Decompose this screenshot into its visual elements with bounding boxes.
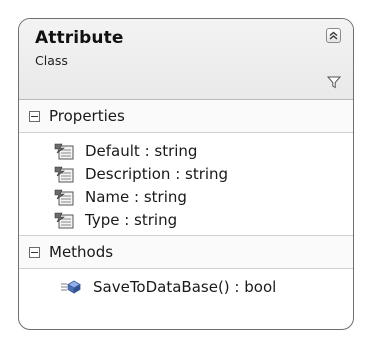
- property-item-description[interactable]: Description : string: [19, 162, 353, 185]
- properties-list: Default : string Description : string Na…: [19, 133, 353, 235]
- collapse-button[interactable]: [326, 28, 341, 43]
- methods-section-header[interactable]: Methods: [19, 235, 353, 269]
- property-icon: [54, 212, 74, 228]
- property-text: Name : string: [85, 187, 187, 206]
- property-item-type[interactable]: Type : string: [19, 208, 353, 231]
- properties-section-label: Properties: [49, 107, 125, 125]
- class-stereotype: Class: [35, 53, 68, 68]
- property-item-name[interactable]: Name : string: [19, 185, 353, 208]
- methods-list: SaveToDataBase() : bool: [19, 269, 353, 302]
- property-item-default[interactable]: Default : string: [19, 139, 353, 162]
- properties-section-header[interactable]: Properties: [19, 100, 353, 133]
- method-text: SaveToDataBase() : bool: [93, 277, 277, 296]
- property-icon: [54, 166, 74, 182]
- property-text: Type : string: [85, 210, 178, 229]
- class-name: Attribute: [35, 28, 124, 48]
- class-shape-attribute[interactable]: Attribute Class Properties Default : str: [18, 18, 354, 330]
- property-text: Description : string: [85, 164, 229, 183]
- property-icon: [54, 143, 74, 159]
- property-icon: [54, 189, 74, 205]
- filter-icon[interactable]: [327, 75, 341, 89]
- method-item-savetodatabase[interactable]: SaveToDataBase() : bool: [19, 275, 353, 298]
- method-icon: [61, 280, 81, 294]
- property-text: Default : string: [85, 141, 198, 160]
- class-header[interactable]: Attribute Class: [19, 19, 353, 100]
- methods-section-label: Methods: [49, 243, 114, 261]
- properties-collapse-toggle[interactable]: [29, 110, 40, 122]
- double-chevron-up-icon: [329, 31, 338, 40]
- methods-collapse-toggle[interactable]: [29, 246, 40, 258]
